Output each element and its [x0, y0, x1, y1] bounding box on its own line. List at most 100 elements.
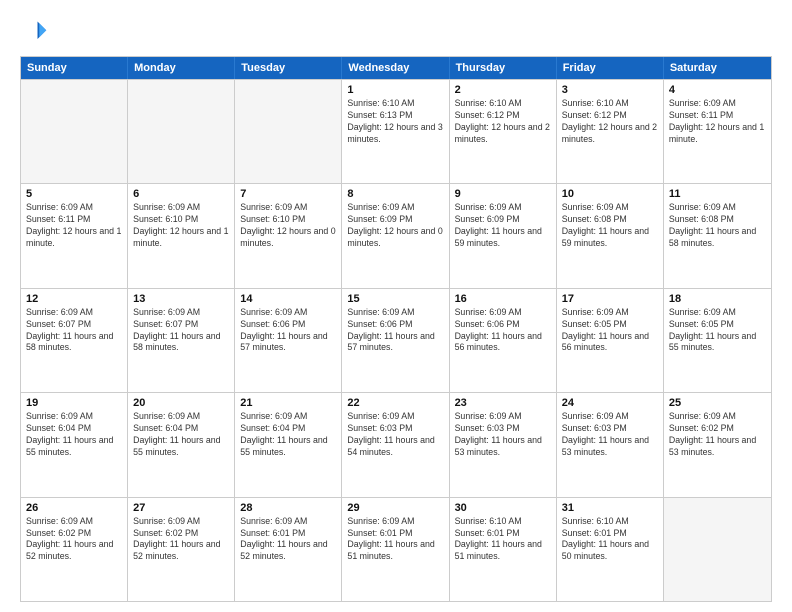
day-number: 21: [240, 397, 336, 409]
calendar-cell: 15 Sunrise: 6:09 AMSunset: 6:06 PMDayligh…: [342, 289, 449, 392]
cell-text: Sunrise: 6:09 AMSunset: 6:05 PMDaylight:…: [669, 307, 766, 355]
cell-text: Sunrise: 6:09 AMSunset: 6:02 PMDaylight:…: [669, 411, 766, 459]
cell-text: Sunrise: 6:10 AMSunset: 6:13 PMDaylight:…: [347, 98, 443, 146]
cell-text: Sunrise: 6:09 AMSunset: 6:08 PMDaylight:…: [669, 202, 766, 250]
day-number: 7: [240, 188, 336, 200]
calendar-row: 26Sunrise: 6:09 AMSunset: 6:02 PMDayligh…: [21, 497, 771, 601]
day-number: 24: [562, 397, 658, 409]
day-number: 25: [669, 397, 766, 409]
calendar-cell: 11 Sunrise: 6:09 AMSunset: 6:08 PMDayligh…: [664, 184, 771, 287]
cell-text: Sunrise: 6:09 AMSunset: 6:04 PMDaylight:…: [133, 411, 229, 459]
calendar-row: 5 Sunrise: 6:09 AMSunset: 6:11 PMDaylight…: [21, 183, 771, 287]
day-number: 31: [562, 502, 658, 514]
day-number: 27: [133, 502, 229, 514]
calendar-cell: 10 Sunrise: 6:09 AMSunset: 6:08 PMDayligh…: [557, 184, 664, 287]
calendar-cell: [235, 80, 342, 183]
calendar-cell: 19Sunrise: 6:09 AMSunset: 6:04 PMDayligh…: [21, 393, 128, 496]
cell-text: Sunrise: 6:09 AMSunset: 6:03 PMDaylight:…: [455, 411, 551, 459]
cell-text: Sunrise: 6:10 AMSunset: 6:01 PMDaylight:…: [455, 516, 551, 564]
cell-text: Sunrise: 6:09 AMSunset: 6:11 PMDaylight:…: [669, 98, 766, 146]
calendar-cell: 17Sunrise: 6:09 AMSunset: 6:05 PMDayligh…: [557, 289, 664, 392]
day-number: 23: [455, 397, 551, 409]
calendar-cell: 2 Sunrise: 6:10 AMSunset: 6:12 PMDaylight…: [450, 80, 557, 183]
calendar-row: 19 Sunrise: 6:09 AMSunset: 6:04 PMDayligh…: [21, 392, 771, 496]
day-number: 30: [455, 502, 551, 514]
calendar-cell: 7 Sunrise: 6:09 AMSunset: 6:10 PMDaylight…: [235, 184, 342, 287]
cell-text: Sunrise: 6:09 AMSunset: 6:10 PMDaylight:…: [133, 202, 229, 250]
cell-text: Sunrise: 6:10 AMSunset: 6:12 PMDaylight:…: [455, 98, 551, 146]
calendar-cell: 29 Sunrise: 6:09 AMSunset: 6:01 PMDayligh…: [342, 498, 449, 601]
cell-text: Sunrise: 6:09 AMSunset: 6:08 PMDaylight:…: [562, 202, 658, 250]
day-number: 14: [240, 293, 336, 305]
day-number: 22: [347, 397, 443, 409]
day-number: 20: [133, 397, 229, 409]
calendar-row: 1 Sunrise: 6:10 AMSunset: 6:13 PMDaylight…: [21, 79, 771, 183]
day-number: 1: [347, 84, 443, 96]
weekday-header: Saturday: [664, 57, 771, 79]
calendar-cell: 4Sunrise: 6:09 AMSunset: 6:11 PMDaylight…: [664, 80, 771, 183]
calendar-cell: 1 Sunrise: 6:10 AMSunset: 6:13 PMDaylight…: [342, 80, 449, 183]
day-number: 13: [133, 293, 229, 305]
day-number: 5: [26, 188, 122, 200]
cell-text: Sunrise: 6:09 AMSunset: 6:06 PMDaylight:…: [347, 307, 443, 355]
day-number: 3: [562, 84, 658, 96]
weekday-header: Monday: [128, 57, 235, 79]
calendar-cell: 30 Sunrise: 6:10 AMSunset: 6:01 PMDayligh…: [450, 498, 557, 601]
weekday-header: Thursday: [450, 57, 557, 79]
day-number: 29: [347, 502, 443, 514]
calendar-cell: 21 Sunrise: 6:09 AMSunset: 6:04 PMDayligh…: [235, 393, 342, 496]
cell-text: Sunrise: 6:09 AMSunset: 6:02 PMDaylight:…: [26, 516, 122, 564]
cell-text: Sunrise: 6:09 AMSunset: 6:01 PMDaylight:…: [240, 516, 336, 564]
day-number: 10: [562, 188, 658, 200]
calendar-cell: 3 Sunrise: 6:10 AMSunset: 6:12 PMDaylight…: [557, 80, 664, 183]
calendar-cell: [21, 80, 128, 183]
cell-text: Sunrise: 6:10 AMSunset: 6:01 PMDaylight:…: [562, 516, 658, 564]
logo-icon: [20, 18, 48, 46]
logo: [20, 18, 52, 46]
calendar-cell: 18Sunrise: 6:09 AMSunset: 6:05 PMDayligh…: [664, 289, 771, 392]
calendar-cell: 14Sunrise: 6:09 AMSunset: 6:06 PMDayligh…: [235, 289, 342, 392]
calendar-cell: 25 Sunrise: 6:09 AMSunset: 6:02 PMDayligh…: [664, 393, 771, 496]
calendar-cell: 5 Sunrise: 6:09 AMSunset: 6:11 PMDaylight…: [21, 184, 128, 287]
day-number: 19: [26, 397, 122, 409]
calendar-cell: 26Sunrise: 6:09 AMSunset: 6:02 PMDayligh…: [21, 498, 128, 601]
calendar-cell: 16Sunrise: 6:09 AMSunset: 6:06 PMDayligh…: [450, 289, 557, 392]
day-number: 28: [240, 502, 336, 514]
calendar-cell: 6 Sunrise: 6:09 AMSunset: 6:10 PMDaylight…: [128, 184, 235, 287]
day-number: 6: [133, 188, 229, 200]
calendar-cell: 24 Sunrise: 6:09 AMSunset: 6:03 PMDayligh…: [557, 393, 664, 496]
cell-text: Sunrise: 6:09 AMSunset: 6:02 PMDaylight:…: [133, 516, 229, 564]
day-number: 8: [347, 188, 443, 200]
calendar-cell: 9Sunrise: 6:09 AMSunset: 6:09 PMDaylight…: [450, 184, 557, 287]
calendar-body: 1 Sunrise: 6:10 AMSunset: 6:13 PMDaylight…: [21, 79, 771, 601]
calendar-cell: 8Sunrise: 6:09 AMSunset: 6:09 PMDaylight…: [342, 184, 449, 287]
calendar-cell: 12Sunrise: 6:09 AMSunset: 6:07 PMDayligh…: [21, 289, 128, 392]
cell-text: Sunrise: 6:09 AMSunset: 6:11 PMDaylight:…: [26, 202, 122, 250]
calendar: SundayMondayTuesdayWednesdayThursdayFrid…: [20, 56, 772, 602]
page: SundayMondayTuesdayWednesdayThursdayFrid…: [0, 0, 792, 612]
cell-text: Sunrise: 6:10 AMSunset: 6:12 PMDaylight:…: [562, 98, 658, 146]
calendar-cell: 28 Sunrise: 6:09 AMSunset: 6:01 PMDayligh…: [235, 498, 342, 601]
cell-text: Sunrise: 6:09 AMSunset: 6:10 PMDaylight:…: [240, 202, 336, 250]
day-number: 2: [455, 84, 551, 96]
header: [20, 18, 772, 46]
weekday-header: Friday: [557, 57, 664, 79]
cell-text: Sunrise: 6:09 AMSunset: 6:09 PMDaylight:…: [455, 202, 551, 250]
calendar-row: 12Sunrise: 6:09 AMSunset: 6:07 PMDayligh…: [21, 288, 771, 392]
day-number: 11: [669, 188, 766, 200]
cell-text: Sunrise: 6:09 AMSunset: 6:03 PMDaylight:…: [562, 411, 658, 459]
calendar-header: SundayMondayTuesdayWednesdayThursdayFrid…: [21, 57, 771, 79]
weekday-header: Tuesday: [235, 57, 342, 79]
weekday-header: Wednesday: [342, 57, 449, 79]
calendar-cell: 23 Sunrise: 6:09 AMSunset: 6:03 PMDayligh…: [450, 393, 557, 496]
calendar-cell: 13 Sunrise: 6:09 AMSunset: 6:07 PMDayligh…: [128, 289, 235, 392]
calendar-cell: 22 Sunrise: 6:09 AMSunset: 6:03 PMDayligh…: [342, 393, 449, 496]
cell-text: Sunrise: 6:09 AMSunset: 6:03 PMDaylight:…: [347, 411, 443, 459]
cell-text: Sunrise: 6:09 AMSunset: 6:05 PMDaylight:…: [562, 307, 658, 355]
calendar-cell: 20 Sunrise: 6:09 AMSunset: 6:04 PMDayligh…: [128, 393, 235, 496]
cell-text: Sunrise: 6:09 AMSunset: 6:06 PMDaylight:…: [455, 307, 551, 355]
cell-text: Sunrise: 6:09 AMSunset: 6:04 PMDaylight:…: [240, 411, 336, 459]
cell-text: Sunrise: 6:09 AMSunset: 6:07 PMDaylight:…: [133, 307, 229, 355]
day-number: 15: [347, 293, 443, 305]
cell-text: Sunrise: 6:09 AMSunset: 6:01 PMDaylight:…: [347, 516, 443, 564]
